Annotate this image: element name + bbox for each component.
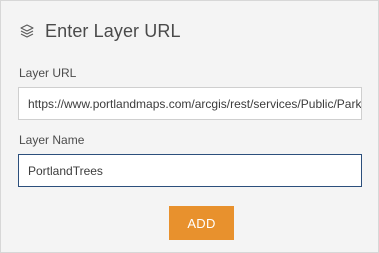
layer-url-input[interactable] [18,87,362,120]
add-layer-panel: Enter Layer URL Layer URL Layer Name ADD [0,0,379,253]
layers-icon [18,22,36,40]
add-button[interactable]: ADD [169,206,234,240]
panel-title: Enter Layer URL [45,20,181,41]
layer-url-label: Layer URL [19,66,77,80]
layer-name-label: Layer Name [19,133,85,147]
layer-name-input[interactable] [18,154,362,187]
panel-header: Enter Layer URL [18,20,181,42]
